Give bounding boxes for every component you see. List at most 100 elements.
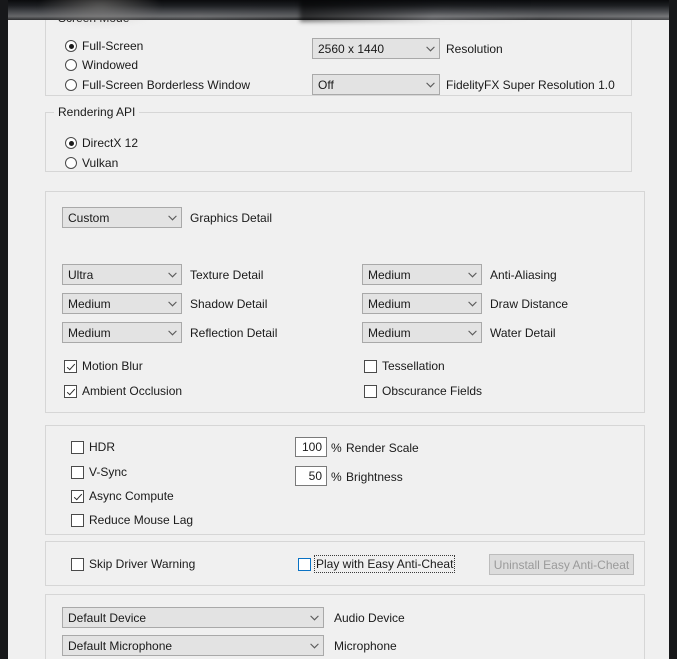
- checkbox-tessellation-label: Tessellation: [382, 359, 445, 373]
- radio-windowed-indicator: [65, 59, 77, 71]
- checkbox-motion-blur[interactable]: Motion Blur: [64, 359, 143, 373]
- radio-full-screen-label: Full-Screen: [82, 39, 144, 53]
- texture-detail-label: Texture Detail: [190, 268, 264, 282]
- chevron-down-icon: [306, 608, 323, 627]
- radio-directx-12[interactable]: DirectX 12: [65, 136, 138, 150]
- water-detail-label: Water Detail: [490, 326, 556, 340]
- header-banner-image: [0, 0, 677, 26]
- radio-vulkan-label: Vulkan: [82, 156, 119, 170]
- resolution-combobox[interactable]: 2560 x 1440: [312, 38, 440, 59]
- resolution-combobox-value: 2560 x 1440: [318, 41, 385, 56]
- banner-streak-decoration: [300, 0, 530, 22]
- brightness-label: Brightness: [346, 470, 403, 484]
- checkbox-hdr-indicator: [71, 440, 84, 454]
- radio-full-screen-borderless[interactable]: Full-Screen Borderless Window: [65, 78, 250, 92]
- microphone-label: Microphone: [334, 639, 397, 653]
- graphics-detail-combobox-value: Custom: [68, 210, 110, 225]
- water-detail-combobox[interactable]: Medium: [362, 322, 482, 343]
- checkbox-play-with-easy-anti-cheat-indicator: [298, 557, 311, 571]
- checkbox-obscurance-fields[interactable]: Obscurance Fields: [364, 384, 482, 398]
- texture-detail-combobox-value: Ultra: [68, 267, 94, 282]
- water-detail-combobox-value: Medium: [368, 325, 411, 340]
- anti-aliasing-combobox-value: Medium: [368, 267, 411, 282]
- resolution-label: Resolution: [446, 42, 503, 56]
- checkbox-skip-driver-warning-label: Skip Driver Warning: [89, 557, 196, 571]
- checkbox-motion-blur-indicator: [64, 359, 77, 373]
- settings-window: Screen Mode Full-Screen Windowed Full-Sc…: [0, 0, 677, 659]
- texture-detail-combobox[interactable]: Ultra: [62, 264, 182, 285]
- audio-device-label: Audio Device: [334, 611, 405, 625]
- microphone-combobox[interactable]: Default Microphone: [62, 635, 324, 656]
- audio-device-combobox[interactable]: Default Device: [62, 607, 324, 628]
- radio-windowed[interactable]: Windowed: [65, 58, 138, 72]
- chevron-down-icon: [164, 265, 181, 284]
- checkbox-obscurance-fields-label: Obscurance Fields: [382, 384, 483, 398]
- draw-distance-combobox[interactable]: Medium: [362, 293, 482, 314]
- audio-device-combobox-value: Default Device: [68, 610, 147, 625]
- shadow-detail-combobox-value: Medium: [68, 296, 111, 311]
- brightness-unit: %: [331, 470, 342, 484]
- checkbox-async-compute[interactable]: Async Compute: [71, 489, 174, 503]
- chevron-down-icon: [464, 323, 481, 342]
- render-scale-label: Render Scale: [346, 441, 419, 455]
- radio-windowed-label: Windowed: [82, 58, 139, 72]
- checkbox-hdr[interactable]: HDR: [71, 440, 115, 454]
- checkbox-vsync-indicator: [71, 465, 84, 479]
- chevron-down-icon: [464, 265, 481, 284]
- chevron-down-icon: [464, 294, 481, 313]
- chevron-down-icon: [164, 323, 181, 342]
- checkbox-tessellation[interactable]: Tessellation: [364, 359, 445, 373]
- graphics-detail-label: Graphics Detail: [190, 211, 273, 225]
- chevron-down-icon: [306, 636, 323, 655]
- checkbox-reduce-mouse-lag-indicator: [71, 513, 84, 527]
- shadow-detail-combobox[interactable]: Medium: [62, 293, 182, 314]
- chevron-down-icon: [422, 39, 439, 58]
- graphics-detail-combobox[interactable]: Custom: [62, 207, 182, 228]
- radio-directx-12-label: DirectX 12: [82, 136, 139, 150]
- checkbox-tessellation-indicator: [364, 359, 377, 373]
- checkbox-async-compute-label: Async Compute: [89, 489, 174, 503]
- anti-aliasing-label: Anti-Aliasing: [490, 268, 557, 282]
- reflection-detail-combobox[interactable]: Medium: [62, 322, 182, 343]
- reflection-detail-label: Reflection Detail: [190, 326, 278, 340]
- checkbox-ambient-occlusion-label: Ambient Occlusion: [82, 384, 183, 398]
- checkbox-play-with-easy-anti-cheat-label: Play with Easy Anti-Cheat: [313, 555, 456, 573]
- window-frame-left-edge: [0, 0, 8, 659]
- render-scale-input[interactable]: 100: [295, 437, 327, 457]
- checkbox-skip-driver-warning-indicator: [71, 557, 84, 571]
- checkbox-skip-driver-warning[interactable]: Skip Driver Warning: [71, 557, 195, 571]
- shadow-detail-label: Shadow Detail: [190, 297, 268, 311]
- fsr-combobox[interactable]: Off: [312, 74, 440, 95]
- checkbox-reduce-mouse-lag[interactable]: Reduce Mouse Lag: [71, 513, 193, 527]
- checkbox-ambient-occlusion-indicator: [64, 384, 77, 398]
- chevron-down-icon: [164, 294, 181, 313]
- checkbox-hdr-label: HDR: [89, 440, 115, 454]
- radio-vulkan-indicator: [65, 157, 77, 169]
- checkbox-vsync-label: V-Sync: [89, 465, 128, 479]
- fsr-combobox-value: Off: [318, 77, 334, 92]
- draw-distance-label: Draw Distance: [490, 297, 569, 311]
- chevron-down-icon: [164, 208, 181, 227]
- render-scale-unit: %: [331, 441, 342, 455]
- radio-full-screen-indicator: [65, 40, 77, 52]
- checkbox-motion-blur-label: Motion Blur: [82, 359, 143, 373]
- draw-distance-combobox-value: Medium: [368, 296, 411, 311]
- checkbox-vsync[interactable]: V-Sync: [71, 465, 127, 479]
- brightness-input[interactable]: 50: [295, 466, 327, 486]
- radio-full-screen-borderless-label: Full-Screen Borderless Window: [82, 78, 251, 92]
- uninstall-easy-anti-cheat-button[interactable]: Uninstall Easy Anti-Cheat: [489, 554, 634, 575]
- microphone-combobox-value: Default Microphone: [68, 638, 173, 653]
- checkbox-play-with-easy-anti-cheat[interactable]: Play with Easy Anti-Cheat: [298, 555, 456, 573]
- radio-full-screen-borderless-indicator: [65, 79, 77, 91]
- radio-vulkan[interactable]: Vulkan: [65, 156, 118, 170]
- radio-directx-12-indicator: [65, 137, 77, 149]
- checkbox-obscurance-fields-indicator: [364, 384, 377, 398]
- anti-aliasing-combobox[interactable]: Medium: [362, 264, 482, 285]
- checkbox-async-compute-indicator: [71, 489, 84, 503]
- reflection-detail-combobox-value: Medium: [68, 325, 111, 340]
- rendering-api-group-title: Rendering API: [54, 105, 140, 119]
- radio-full-screen[interactable]: Full-Screen: [65, 39, 143, 53]
- checkbox-ambient-occlusion[interactable]: Ambient Occlusion: [64, 384, 182, 398]
- fsr-label: FidelityFX Super Resolution 1.0: [446, 78, 615, 92]
- window-frame-right-edge: [669, 0, 677, 659]
